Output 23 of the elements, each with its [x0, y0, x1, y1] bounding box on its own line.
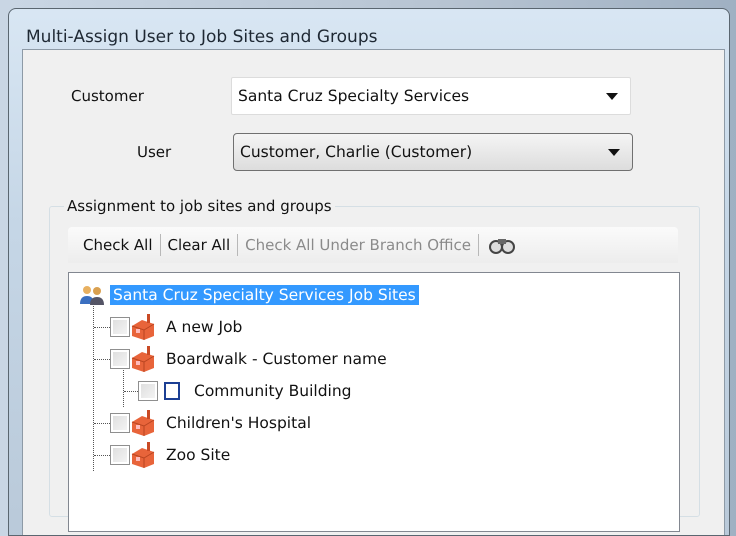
customer-dropdown[interactable]: Santa Cruz Specialty Services [231, 77, 631, 115]
tree-item[interactable]: Community Building [191, 381, 355, 401]
tree-item[interactable]: Boardwalk - Customer name [163, 349, 390, 369]
dropdown-caret-icon [606, 92, 618, 100]
binoculars-icon[interactable] [487, 236, 518, 254]
group-legend: Assignment to job sites and groups [64, 197, 335, 215]
checkbox[interactable] [138, 381, 158, 401]
square-icon [164, 382, 180, 400]
checkbox[interactable] [110, 317, 130, 337]
toolbar-button[interactable]: Check All [76, 236, 160, 254]
checkbox[interactable] [110, 445, 130, 465]
users-icon [79, 284, 105, 306]
checkbox[interactable] [110, 349, 130, 369]
field-label: User [136, 143, 172, 161]
window-title: Multi-Assign User to Job Sites and Groups [25, 26, 378, 49]
tree-item[interactable]: A new Job [163, 317, 246, 337]
tree-item[interactable]: Zoo Site [163, 445, 234, 465]
field-label: Customer [70, 87, 145, 105]
checkbox[interactable] [110, 413, 130, 433]
toolbar-button[interactable]: Clear All [160, 236, 238, 254]
tree-item[interactable]: Children's Hospital [163, 413, 314, 433]
user-dropdown[interactable]: Customer, Charlie (Customer) [233, 133, 633, 171]
dropdown-caret-icon [608, 148, 620, 156]
